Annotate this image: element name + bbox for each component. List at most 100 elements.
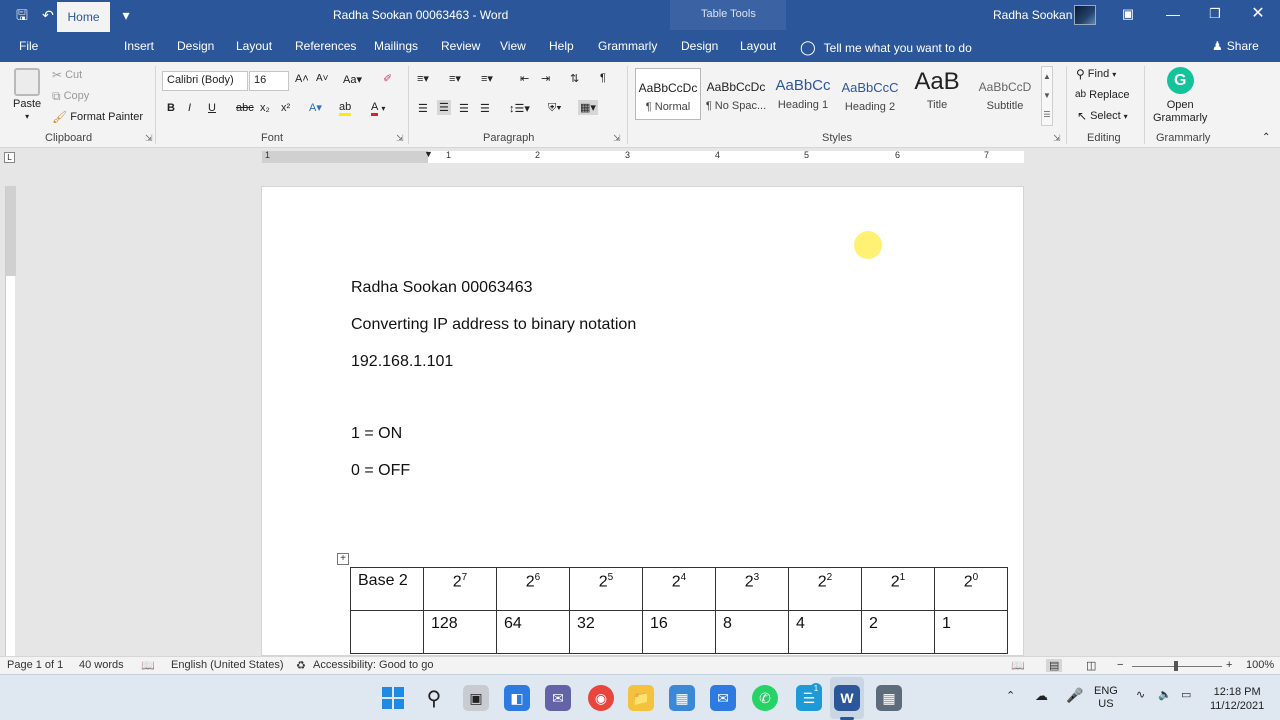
save-icon[interactable]: 🖫 [12, 5, 32, 25]
table-cell[interactable]: 32 [569, 610, 643, 654]
share-button[interactable]: ♟ Share [1212, 39, 1259, 53]
tab-selector[interactable]: L [4, 152, 15, 163]
minimize-button[interactable]: — [1163, 4, 1183, 24]
shrink-font-button[interactable]: A˅ [316, 73, 329, 84]
show-formatting-button[interactable]: ¶ [600, 72, 606, 84]
highlight-color-button[interactable]: ab [339, 101, 352, 116]
text-effects-button[interactable]: A▾ [309, 101, 322, 114]
table-cell[interactable]: 128 [423, 610, 497, 654]
paste-button[interactable]: Paste ▾ [13, 68, 41, 121]
tab-mailings[interactable]: Mailings [374, 39, 418, 53]
doc-line-ip[interactable]: 192.168.1.101 [351, 353, 453, 371]
avatar[interactable] [1074, 5, 1096, 25]
accessibility-status[interactable]: Accessibility: Good to go [313, 659, 433, 671]
microphone-icon[interactable]: 🎤 [1066, 687, 1083, 704]
bullets-button[interactable]: ≡▾ [417, 72, 429, 85]
horizontal-ruler[interactable]: 1 ▼ 1 2 3 4 5 6 7 [262, 149, 1024, 163]
style-subtitle[interactable]: AaBbCcD Subtitle [972, 68, 1038, 120]
table-cell[interactable]: 4 [788, 610, 862, 654]
styles-launcher-icon[interactable]: ⇲ [1053, 133, 1061, 144]
table-cell[interactable]: 25 [569, 567, 643, 611]
align-left-button[interactable]: ☰ [418, 102, 428, 115]
onedrive-icon[interactable]: ☁ [1035, 688, 1048, 704]
zoom-out-button[interactable]: − [1117, 659, 1123, 671]
tab-references[interactable]: References [295, 39, 356, 53]
underline-button[interactable]: U [208, 102, 216, 114]
table-cell[interactable]: 22 [788, 567, 862, 611]
shading-button[interactable]: ⛨▾ [548, 102, 562, 115]
tab-table-design[interactable]: Design [681, 39, 718, 53]
format-painter-button[interactable]: 🖌 Format Painter [52, 110, 143, 124]
doc-line-name[interactable]: Radha Sookan 00063463 [351, 279, 533, 297]
tell-me-search[interactable]: ◯ Tell me what you want to do [800, 39, 972, 56]
tab-grammarly[interactable]: Grammarly [598, 39, 657, 53]
proofing-icon[interactable]: 📖 [141, 659, 155, 672]
show-hidden-icons-chevron-icon[interactable]: ⌃ [1006, 689, 1015, 702]
tab-design[interactable]: Design [177, 39, 214, 53]
print-layout-icon[interactable]: ▤ [1046, 659, 1063, 672]
italic-button[interactable]: I [188, 102, 191, 114]
table-cell[interactable]: 24 [642, 567, 716, 611]
tab-insert[interactable]: Insert [124, 39, 154, 53]
tab-layout[interactable]: Layout [236, 39, 272, 53]
teams-chat-icon[interactable]: ✉ [545, 685, 571, 711]
close-button[interactable]: ✕ [1248, 4, 1268, 24]
font-size-select[interactable]: 16 [249, 71, 289, 91]
web-layout-icon[interactable]: ◫ [1086, 659, 1096, 672]
replace-button[interactable]: ab Replace [1075, 88, 1129, 102]
cut-button[interactable]: ✂ Cut [52, 68, 82, 82]
font-launcher-icon[interactable]: ⇲ [396, 133, 404, 144]
style-heading-2[interactable]: AaBbCcC Heading 2 [837, 68, 903, 120]
table-move-handle[interactable]: + [337, 553, 349, 565]
language-status[interactable]: English (United States) [171, 659, 284, 671]
superscript-button[interactable]: x² [281, 102, 290, 114]
microsoft-store-icon[interactable]: ▦ [669, 685, 695, 711]
word-app-icon[interactable]: W [834, 685, 860, 711]
style-normal[interactable]: AaBbCcDc ¶ Normal [635, 68, 701, 120]
clock[interactable]: 12:18 PM 11/12/2021 [1210, 685, 1264, 713]
calculator-icon[interactable]: ▦ [876, 685, 902, 711]
file-explorer-icon[interactable]: 📁 [628, 685, 654, 711]
change-case-button[interactable]: Aa▾ [343, 73, 362, 86]
wifi-icon[interactable]: ∿ [1136, 688, 1145, 701]
table-cell[interactable]: 20 [934, 567, 1008, 611]
tab-file[interactable]: File [19, 39, 38, 53]
table-cell[interactable]: 21 [861, 567, 935, 611]
styles-gallery-scroll[interactable]: ▲ ▼ ☰ [1041, 66, 1053, 126]
table-cell[interactable]: 8 [715, 610, 789, 654]
page-count[interactable]: Page 1 of 1 [7, 659, 63, 671]
clear-formatting-button[interactable]: ✐ [383, 72, 392, 85]
tab-table-layout[interactable]: Layout [740, 39, 776, 53]
battery-icon[interactable]: ▭ [1181, 688, 1191, 701]
tab-help[interactable]: Help [549, 39, 574, 53]
chrome-icon[interactable]: ◉ [588, 685, 614, 711]
bold-button[interactable]: B [167, 102, 175, 114]
input-language-indicator[interactable]: ENG US [1094, 685, 1118, 711]
account-name[interactable]: Radha Sookan [993, 8, 1072, 22]
clipboard-launcher-icon[interactable]: ⇲ [145, 133, 153, 144]
table-cell[interactable]: 27 [423, 567, 497, 611]
widgets-icon[interactable]: ◧ [504, 685, 530, 711]
strikethrough-button[interactable]: abc [236, 102, 254, 114]
borders-button[interactable]: ▦▾ [578, 100, 598, 115]
table-cell[interactable] [350, 610, 424, 654]
font-family-select[interactable]: Calibri (Body) [162, 71, 248, 91]
style-heading-1[interactable]: AaBbCc Heading 1 [770, 68, 836, 120]
table-cell[interactable]: 1 [934, 610, 1008, 654]
zoom-level[interactable]: 100% [1246, 659, 1274, 671]
font-color-button[interactable]: A ▾ [371, 101, 385, 116]
style-title[interactable]: AaB Title [904, 68, 970, 120]
grow-font-button[interactable]: A˄ [295, 73, 309, 85]
table-cell[interactable]: 16 [642, 610, 716, 654]
windows-start-icon[interactable] [380, 685, 406, 711]
table-cell[interactable]: 2 [861, 610, 935, 654]
restore-button[interactable]: ❐ [1205, 4, 1225, 24]
binary-table[interactable]: Base 2 27 26 25 24 23 22 21 20 128 64 32… [350, 567, 1008, 654]
decrease-indent-button[interactable]: ⇤ [520, 72, 529, 85]
read-mode-icon[interactable]: 📖 [1011, 659, 1025, 672]
justify-button[interactable]: ☰ [480, 102, 490, 115]
increase-indent-button[interactable]: ⇥ [541, 72, 550, 85]
copy-button[interactable]: ⧉ Copy [52, 89, 89, 103]
mail-icon[interactable]: ✉ [710, 685, 736, 711]
tab-review[interactable]: Review [441, 39, 480, 53]
